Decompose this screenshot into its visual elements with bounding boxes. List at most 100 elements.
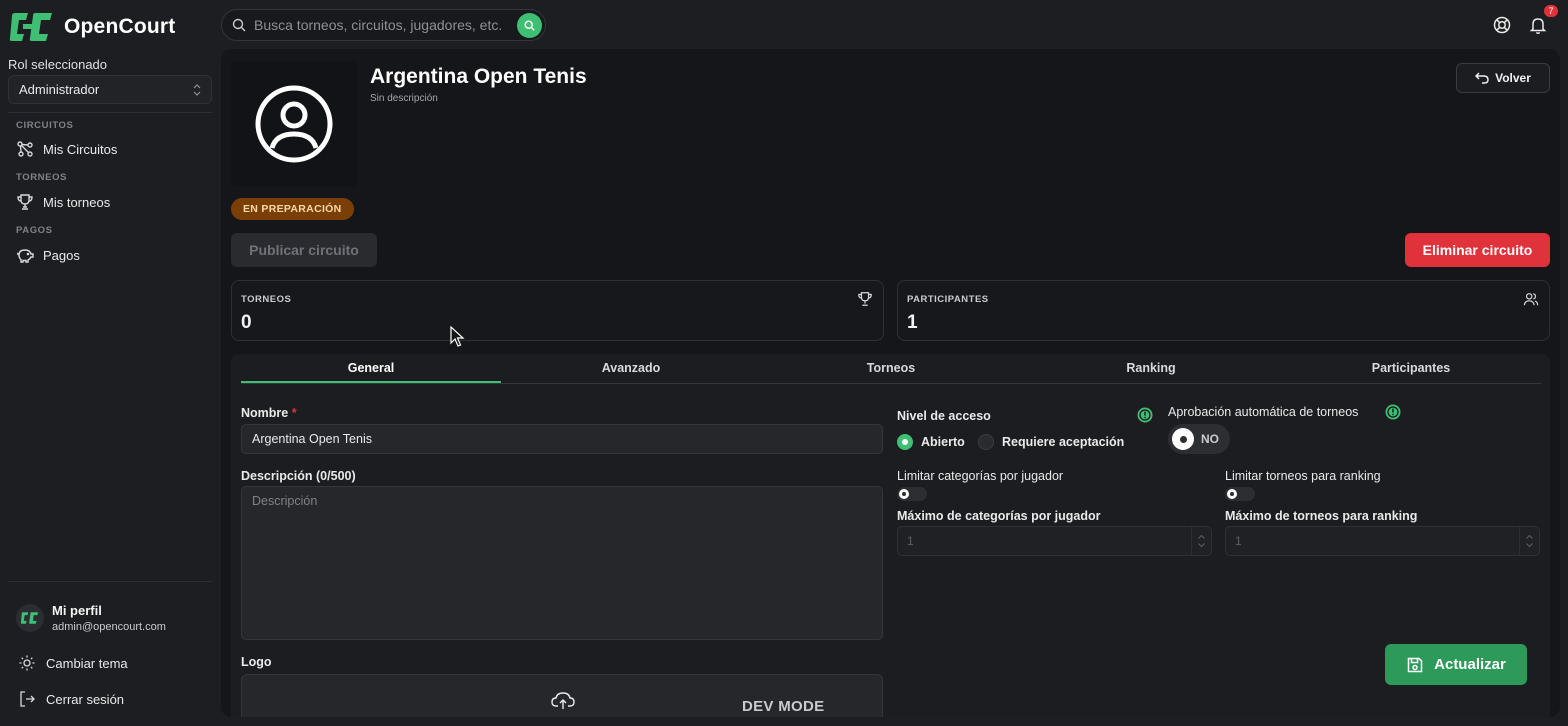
profile-text: Mi perfil admin@opencourt.com [52,603,166,633]
max-tournaments-input[interactable]: 1 [1225,526,1540,556]
user-circle-icon [255,85,333,163]
logo-label: Logo [241,655,272,669]
avatar [16,604,44,632]
piggy-bank-icon [16,249,34,263]
save-icon [1407,657,1423,672]
stat-value: 0 [241,312,252,333]
name-input[interactable]: Argentina Open Tenis [241,424,883,454]
max-tournaments-label: Máximo de torneos para ranking [1225,509,1418,523]
trophy-icon [858,292,872,306]
search-input[interactable] [254,17,516,33]
stat-card-torneos: TORNEOS 0 [231,280,884,341]
help-lifebuoy-icon[interactable] [1492,15,1512,35]
tab-general[interactable]: General [241,356,501,383]
dev-mode-watermark: DEV MODE [742,698,825,715]
back-button[interactable]: Volver [1456,63,1550,93]
search-icon [524,20,535,31]
logout-button[interactable]: Cerrar sesión [18,688,124,710]
undo-arrow-icon [1475,72,1489,84]
info-icon[interactable] [1385,404,1401,420]
profile-name: Mi perfil [52,603,102,618]
radio-button-checked [897,434,913,450]
app-root: OpenCourt Rol seleccionado Administrador… [0,0,1568,726]
limit-categories-toggle[interactable] [897,487,927,501]
max-categories-value: 1 [907,534,914,548]
profile-email: admin@opencourt.com [52,621,166,633]
bell-icon[interactable] [1528,15,1548,35]
access-level-label: Nivel de acceso [897,409,991,423]
name-label-text: Nombre [241,406,289,420]
opencourt-logo-icon [20,612,39,624]
stat-label: PARTICIPANTES [907,294,989,305]
info-icon[interactable] [1137,407,1153,423]
max-categories-input[interactable]: 1 [897,526,1212,556]
toggle-knob [1172,428,1194,450]
delete-circuit-button[interactable]: Eliminar circuito [1405,233,1550,267]
stat-card-participantes: PARTICIPANTES 1 [897,280,1550,341]
sidebar-item-circuitos[interactable]: Mis Circuitos [16,138,117,160]
search-bar [221,9,546,41]
tab-ranking[interactable]: Ranking [1021,356,1281,383]
radio-label: Abierto [921,435,965,449]
update-button[interactable]: Actualizar [1385,644,1527,685]
limit-categories-label: Limitar categorías por jugador [897,469,1064,483]
section-title-circuitos: CIRCUITOS [16,120,74,131]
sidebar-item-label: Mis Circuitos [43,141,118,157]
access-option-abierto[interactable]: Abierto [897,434,965,450]
auto-approval-label: Aprobación automática de torneos [1168,405,1359,419]
role-select[interactable]: Administrador [8,75,212,104]
number-stepper[interactable] [1519,527,1539,555]
mouse-cursor-icon [450,326,465,347]
number-stepper[interactable] [1191,527,1211,555]
limit-tournaments-label: Limitar torneos para ranking [1225,469,1381,483]
divider [8,112,212,113]
status-badge: EN PREPARACIÓN [231,198,354,220]
logout-icon [20,691,35,707]
search-icon [232,18,246,32]
role-select-value: Administrador [19,82,100,97]
notification-count-badge: 7 [1544,5,1558,17]
circuit-logo-placeholder [231,61,357,187]
theme-toggle-label: Cambiar tema [46,655,128,671]
tab-participantes[interactable]: Participantes [1281,356,1541,383]
radio-label: Requiere aceptación [1002,435,1125,449]
chevron-down-icon [1526,543,1533,547]
description-label: Descripción (0/500) [241,469,356,483]
toggle-state-label: NO [1201,432,1219,446]
section-title-torneos: TORNEOS [16,172,68,183]
name-label: Nombre * [241,406,297,420]
sidebar-item-torneos[interactable]: Mis torneos [16,191,110,213]
opencourt-logo-icon [9,13,52,41]
theme-toggle-button[interactable]: Cambiar tema [18,652,128,674]
tab-bar: General Avanzado Torneos Ranking Partici… [241,356,1541,384]
sidebar-item-label: Mis torneos [43,194,111,210]
divider [8,581,212,582]
auto-approval-toggle[interactable]: NO [1168,424,1230,454]
chevron-down-icon [1198,543,1205,547]
logout-label: Cerrar sesión [46,691,125,707]
stat-value: 1 [907,312,918,333]
back-button-label: Volver [1495,71,1531,85]
sidebar: OpenCourt Rol seleccionado Administrador… [0,0,220,726]
update-button-label: Actualizar [1434,656,1506,673]
brand[interactable]: OpenCourt [8,10,175,44]
profile[interactable]: Mi perfil admin@opencourt.com [16,603,166,633]
access-option-requiere-aceptacion[interactable]: Requiere aceptación [978,434,1124,450]
chevron-up-icon [1198,535,1205,539]
max-tournaments-value: 1 [1235,534,1242,548]
required-marker: * [291,406,297,420]
publish-circuit-button[interactable]: Publicar circuito [231,233,377,267]
search-button[interactable] [517,13,542,38]
role-label: Rol seleccionado [8,57,108,72]
page-subtitle: Sin descripción [370,93,438,104]
limit-tournaments-toggle[interactable] [1225,487,1255,501]
sidebar-item-pagos[interactable]: Pagos [16,244,80,266]
users-icon [1523,293,1539,306]
description-textarea[interactable]: Descripción [241,486,883,640]
tab-torneos[interactable]: Torneos [761,356,1021,383]
circuit-icon [17,141,33,157]
chevron-updown-icon [193,84,201,96]
brand-name: OpenCourt [64,15,176,38]
trophy-icon [17,194,33,210]
tab-avanzado[interactable]: Avanzado [501,356,761,383]
